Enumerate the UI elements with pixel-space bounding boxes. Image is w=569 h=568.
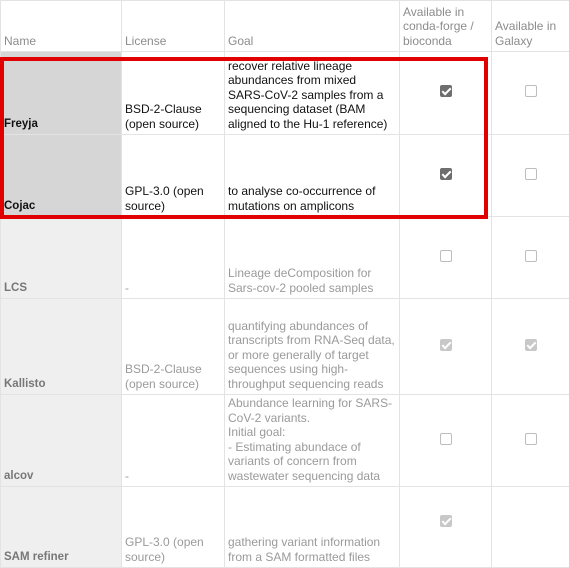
table-row: Cojac GPL-3.0 (open source) to analyse c… <box>1 135 569 217</box>
tool-goal: Abundance learning for SARS-CoV-2 varian… <box>225 395 400 487</box>
tool-goal: to analyse co-occurrence of mutations on… <box>225 135 400 217</box>
conda-checkbox[interactable] <box>440 250 452 262</box>
galaxy-checkbox[interactable] <box>525 168 537 180</box>
galaxy-cell <box>492 217 569 299</box>
tools-table: Name License Goal Available in conda-for… <box>0 0 569 568</box>
tool-name: Kallisto <box>1 299 122 395</box>
conda-checkbox[interactable] <box>440 515 452 527</box>
col-header-goal[interactable]: Goal <box>225 1 400 52</box>
tool-name: Cojac <box>1 135 122 217</box>
tool-goal: gathering variant information from a SAM… <box>225 487 400 568</box>
tool-license: BSD-2-Clause (open source) <box>122 52 225 135</box>
tool-license: - <box>122 217 225 299</box>
tool-goal: Lineage deComposition for Sars-cov-2 poo… <box>225 217 400 299</box>
galaxy-cell <box>492 135 569 217</box>
col-header-galaxy[interactable]: Available in Galaxy <box>492 1 569 52</box>
conda-cell <box>400 52 492 135</box>
conda-checkbox[interactable] <box>440 85 452 97</box>
conda-checkbox[interactable] <box>440 168 452 180</box>
conda-cell <box>400 299 492 395</box>
conda-cell <box>400 217 492 299</box>
tool-name: LCS <box>1 217 122 299</box>
table-row: alcov - Abundance learning for SARS-CoV-… <box>1 395 569 487</box>
conda-cell <box>400 395 492 487</box>
tool-license: BSD-2-Clause (open source) <box>122 299 225 395</box>
col-header-license[interactable]: License <box>122 1 225 52</box>
conda-cell <box>400 487 492 568</box>
tool-license: GPL-3.0 (open source) <box>122 487 225 568</box>
galaxy-checkbox[interactable] <box>525 85 537 97</box>
screenshot: Name License Goal Available in conda-for… <box>0 0 569 567</box>
header-row: Name License Goal Available in conda-for… <box>1 1 569 52</box>
tool-license: - <box>122 395 225 487</box>
table-row: LCS - Lineage deComposition for Sars-cov… <box>1 217 569 299</box>
galaxy-checkbox[interactable] <box>525 433 537 445</box>
galaxy-cell <box>492 395 569 487</box>
tool-name: SAM refiner <box>1 487 122 568</box>
table-row: SAM refiner GPL-3.0 (open source) gather… <box>1 487 569 568</box>
galaxy-cell <box>492 299 569 395</box>
tool-goal: quantifying abundances of transcripts fr… <box>225 299 400 395</box>
galaxy-checkbox[interactable] <box>525 250 537 262</box>
conda-checkbox[interactable] <box>440 339 452 351</box>
tool-license: GPL-3.0 (open source) <box>122 135 225 217</box>
tool-name: alcov <box>1 395 122 487</box>
galaxy-cell <box>492 52 569 135</box>
col-header-conda[interactable]: Available in conda-forge / bioconda <box>400 1 492 52</box>
galaxy-cell <box>492 487 569 568</box>
table-row: Freyja BSD-2-Clause (open source) recove… <box>1 52 569 135</box>
tool-goal: recover relative lineage abundances from… <box>225 52 400 135</box>
galaxy-checkbox[interactable] <box>525 339 537 351</box>
tool-name: Freyja <box>1 52 122 135</box>
conda-cell <box>400 135 492 217</box>
col-header-name[interactable]: Name <box>1 1 122 52</box>
conda-checkbox[interactable] <box>440 433 452 445</box>
table-row: Kallisto BSD-2-Clause (open source) quan… <box>1 299 569 395</box>
